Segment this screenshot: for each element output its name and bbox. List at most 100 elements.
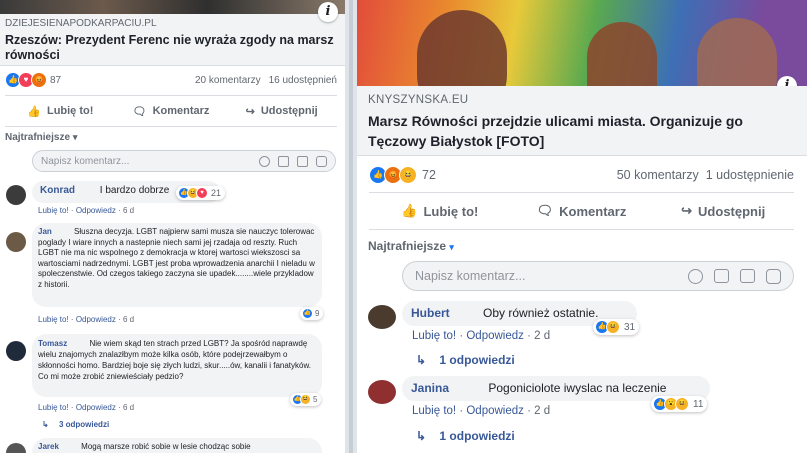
comment-sort[interactable]: Najtrafniejsze ▾ [5, 132, 77, 143]
comment-time[interactable]: 6 d [123, 403, 134, 412]
info-icon[interactable]: i [318, 2, 338, 22]
person-silhouette [417, 10, 507, 86]
reactions-summary[interactable]: 👍 😡 😆 [369, 166, 417, 184]
comment-reactions[interactable]: 👍 😆 5 [290, 393, 322, 406]
avatar[interactable] [368, 305, 396, 329]
comment-meta: Lubię to! · Odpowiedz · 6 d [38, 403, 135, 412]
person-silhouette [697, 18, 777, 86]
comment-time[interactable]: 2 d [534, 330, 550, 342]
comment-like-link[interactable]: Lubię to! [412, 330, 456, 342]
comment-bubble: Jan Słuszna decyzja. LGBT najpierw sami … [32, 223, 322, 307]
post-stats: 👍 😡 😆 72 50 komentarzy 1 udostępnienie [369, 166, 794, 184]
comment-reply-link[interactable]: Odpowiedz [466, 405, 524, 417]
comment-reactions[interactable]: 👍 😆 ♥ 21 [176, 186, 226, 200]
comment-author[interactable]: Hubert [411, 306, 450, 320]
haha-reaction-icon: 😆 [399, 166, 417, 184]
comment-tools [688, 268, 781, 284]
link-headline[interactable]: Marsz Równości przejdzie ulicami miasta.… [368, 111, 796, 151]
comment-placeholder: Napisz komentarz... [41, 155, 130, 167]
comment-reply-link[interactable]: Odpowiedz [466, 330, 524, 342]
post-actions: 👍 Lubię to! 🗨 Komentarz ↪ Udostępnij [369, 192, 794, 230]
comment-reactions[interactable]: 👍 😮 😆 11 [651, 396, 708, 412]
comment-button[interactable]: 🗨 Komentarz [116, 96, 227, 126]
love-reaction-icon: ♥ [196, 187, 208, 199]
comment-reply-link[interactable]: Odpowiedz [76, 315, 116, 324]
sticker-icon[interactable] [316, 155, 327, 167]
scrollbar[interactable] [349, 0, 353, 453]
view-replies-link[interactable]: ↳ 1 odpowiedzi [416, 353, 515, 367]
info-icon[interactable]: i [777, 76, 797, 86]
comment-button[interactable]: 🗨 Komentarz [511, 193, 653, 229]
avatar[interactable] [6, 341, 26, 361]
avatar[interactable] [6, 443, 26, 453]
link-preview[interactable]: KNYSZYNSKA.EU Marsz Równości przejdzie u… [357, 86, 807, 156]
emoji-icon[interactable] [688, 268, 703, 284]
comment-text: Mogą marsze robić sobie w lesie chodząc … [81, 442, 251, 451]
like-button[interactable]: 👍 Lubię to! [5, 96, 116, 126]
comment-text: Słuszna decyzja. LGBT najpierw sami musz… [38, 227, 315, 289]
comment-time[interactable]: 2 d [534, 405, 550, 417]
reply-arrow-icon: ↳ [42, 420, 49, 429]
chevron-down-icon: ▾ [449, 242, 454, 252]
avatar[interactable] [368, 380, 396, 404]
like-button[interactable]: 👍 Lubię to! [369, 193, 511, 229]
reply-arrow-icon: ↳ [416, 353, 427, 367]
comment-meta: Lubię to! · Odpowiedz · 6 d [38, 315, 135, 324]
avatar[interactable] [6, 232, 26, 252]
comment-like-link[interactable]: Lubię to! [412, 405, 456, 417]
comment-time[interactable]: 6 d [123, 315, 134, 324]
post-image[interactable]: i [357, 0, 807, 86]
comment-author[interactable]: Janina [411, 381, 449, 395]
comment-reply-link[interactable]: Odpowiedz [76, 206, 116, 215]
comment-author[interactable]: Jarek [38, 442, 59, 451]
emoji-icon[interactable] [259, 155, 270, 167]
gif-icon[interactable] [740, 268, 755, 283]
shares-count[interactable]: 1 udostępnienie [706, 168, 794, 182]
camera-icon[interactable] [714, 268, 729, 283]
view-replies-link[interactable]: ↳ 1 odpowiedzi [416, 429, 515, 443]
comment-reply-link[interactable]: Odpowiedz [76, 403, 116, 412]
comment-meta: Lubię to! · Odpowiedz · 2 d [412, 405, 551, 417]
link-headline[interactable]: Rzeszów: Prezydent Ferenc nie wyraża zgo… [5, 33, 340, 63]
reactions-count: 72 [422, 168, 436, 182]
share-button[interactable]: ↪ Udostępnij [226, 96, 337, 126]
link-domain: KNYSZYNSKA.EU [368, 94, 469, 106]
comments-count[interactable]: 50 komentarzy [617, 168, 699, 182]
comment-time[interactable]: 6 d [123, 206, 134, 215]
comment-like-link[interactable]: Lubię to! [38, 206, 69, 215]
reply-arrow-icon: ↳ [416, 429, 427, 443]
link-preview[interactable]: DZIEJESIENAPODKARPACIU.PL Rzeszów: Prezy… [0, 14, 345, 66]
post-image[interactable]: i [0, 0, 345, 22]
like-icon: 👍 [401, 203, 418, 218]
comment-text: Pogoniciolote iwyslac na leczenie [488, 381, 667, 395]
left-post: i DZIEJESIENAPODKARPACIU.PL Rzeszów: Pre… [0, 0, 345, 453]
share-button[interactable]: ↪ Udostępnij [652, 193, 794, 229]
gif-icon[interactable] [297, 155, 308, 167]
comment-reactions[interactable]: 👍 9 [300, 307, 324, 320]
comment-like-link[interactable]: Lubię to! [38, 315, 69, 324]
sticker-icon[interactable] [766, 268, 781, 284]
comment-author[interactable]: Tomasz [38, 339, 67, 348]
reactions-summary[interactable]: 👍 ♥ 😡 [5, 72, 47, 88]
comment-input[interactable]: Napisz komentarz... [402, 261, 794, 291]
comment-reactions[interactable]: 👍 😆 31 [593, 319, 640, 335]
comment-text: I bardzo dobrze [99, 185, 170, 196]
comment-meta: Lubię to! · Odpowiedz · 6 d [38, 206, 135, 215]
camera-icon[interactable] [278, 155, 289, 167]
comment-text: Oby również ostatnie. [483, 306, 599, 320]
comment-sort[interactable]: Najtrafniejsze ▾ [368, 239, 454, 253]
shares-count[interactable]: 16 udostępnień [269, 75, 337, 86]
share-icon: ↪ [245, 105, 255, 118]
view-replies-link[interactable]: ↳ 3 odpowiedzi [42, 420, 109, 429]
comment-author[interactable]: Konrad [40, 185, 75, 196]
share-icon: ↪ [681, 203, 693, 218]
comment-input[interactable]: Napisz komentarz... [32, 150, 336, 172]
comment-icon: 🗨 [132, 105, 147, 118]
like-reaction-icon: 👍 [302, 308, 313, 319]
comment-bubble: Tomasz Nie wiem skąd ten strach przed LG… [32, 334, 322, 397]
comment-like-link[interactable]: Lubię to! [38, 403, 69, 412]
avatar[interactable] [6, 185, 26, 205]
chevron-down-icon: ▾ [72, 132, 78, 142]
comments-count[interactable]: 20 komentarzy [195, 75, 261, 86]
comment-author[interactable]: Jan [38, 227, 52, 236]
